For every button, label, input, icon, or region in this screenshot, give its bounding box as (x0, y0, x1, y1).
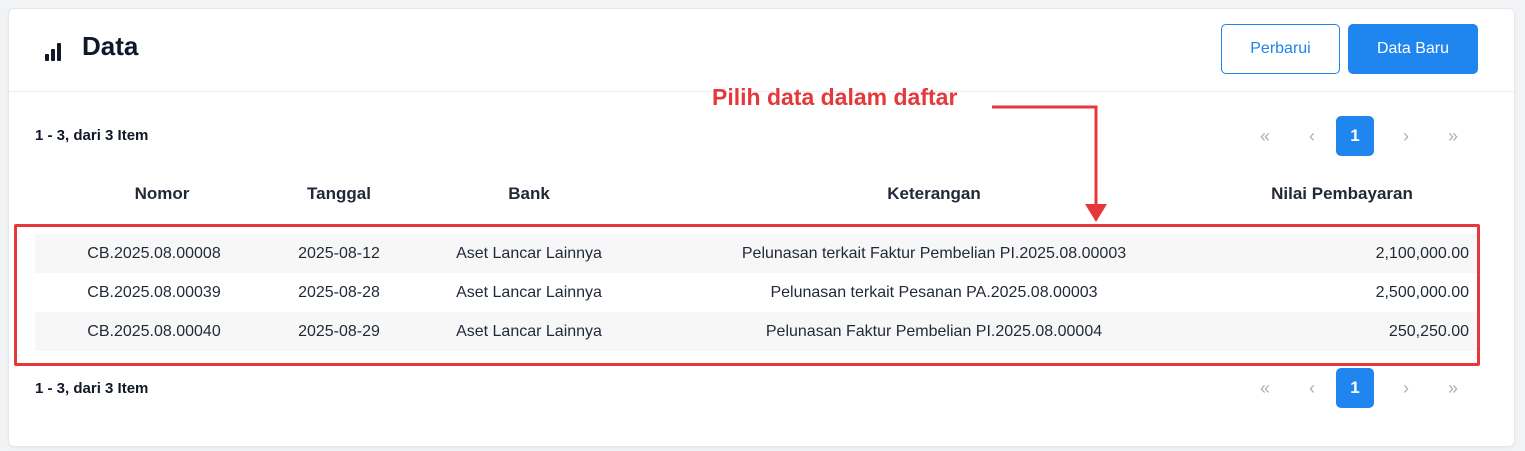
pagination-bottom: « ‹ 1 › » (1246, 368, 1476, 408)
cell-nomor: CB.2025.08.00039 (87, 284, 221, 301)
column-header-tanggal[interactable]: Tanggal (307, 184, 371, 204)
cell-bank: Aset Lancar Lainnya (456, 323, 602, 340)
cell-nilai: 2,500,000.00 (1375, 284, 1469, 301)
column-header-bank[interactable]: Bank (508, 184, 550, 204)
table-row[interactable]: CB.2025.08.00039 2025-08-28 Aset Lancar … (35, 273, 1480, 312)
cell-tanggal: 2025-08-29 (298, 323, 380, 340)
cell-keterangan: Pelunasan Faktur Pembelian PI.2025.08.00… (765, 323, 1103, 340)
prev-page-button[interactable]: ‹ (1293, 368, 1331, 408)
cell-nilai: 250,250.00 (1388, 323, 1469, 340)
first-page-button[interactable]: « (1246, 116, 1284, 156)
cell-tanggal: 2025-08-28 (298, 284, 380, 301)
pagination-top: « ‹ 1 › » (1246, 116, 1476, 156)
table-row[interactable]: CB.2025.08.00008 2025-08-12 Aset Lancar … (35, 234, 1480, 273)
cell-tanggal: 2025-08-12 (298, 245, 380, 262)
prev-page-button[interactable]: ‹ (1293, 116, 1331, 156)
cell-keterangan: Pelunasan terkait Pesanan PA.2025.08.000… (770, 284, 1098, 301)
current-page-button[interactable]: 1 (1336, 116, 1374, 156)
next-page-button[interactable]: › (1387, 368, 1425, 408)
card-header: Data Perbarui Data Baru (9, 9, 1514, 92)
column-header-keterangan[interactable]: Keterangan (887, 184, 981, 204)
last-page-button[interactable]: » (1434, 368, 1472, 408)
cell-keterangan: Pelunasan terkait Faktur Pembelian PI.20… (741, 245, 1127, 262)
cell-bank: Aset Lancar Lainnya (456, 245, 602, 262)
first-page-button[interactable]: « (1246, 368, 1284, 408)
new-data-button[interactable]: Data Baru (1348, 24, 1478, 74)
column-header-nilai-pembayaran[interactable]: Nilai Pembayaran (1271, 184, 1413, 204)
cell-nomor: CB.2025.08.00040 (87, 323, 221, 340)
cell-nilai: 2,100,000.00 (1375, 245, 1469, 262)
next-page-button[interactable]: › (1387, 116, 1425, 156)
refresh-button[interactable]: Perbarui (1221, 24, 1340, 74)
table-body: CB.2025.08.00008 2025-08-12 Aset Lancar … (35, 234, 1480, 351)
item-count-bottom: 1 - 3, dari 3 Item (35, 380, 149, 397)
bar-chart-icon (45, 43, 65, 61)
table-row[interactable]: CB.2025.08.00040 2025-08-29 Aset Lancar … (35, 312, 1480, 351)
last-page-button[interactable]: » (1434, 116, 1472, 156)
cell-nomor: CB.2025.08.00008 (87, 245, 221, 262)
annotation-label: Pilih data dalam daftar (712, 84, 958, 110)
current-page-button[interactable]: 1 (1336, 368, 1374, 408)
page-title: Data (82, 31, 139, 61)
cell-bank: Aset Lancar Lainnya (456, 284, 602, 301)
column-header-nomor[interactable]: Nomor (135, 184, 190, 204)
item-count-top: 1 - 3, dari 3 Item (35, 127, 149, 144)
